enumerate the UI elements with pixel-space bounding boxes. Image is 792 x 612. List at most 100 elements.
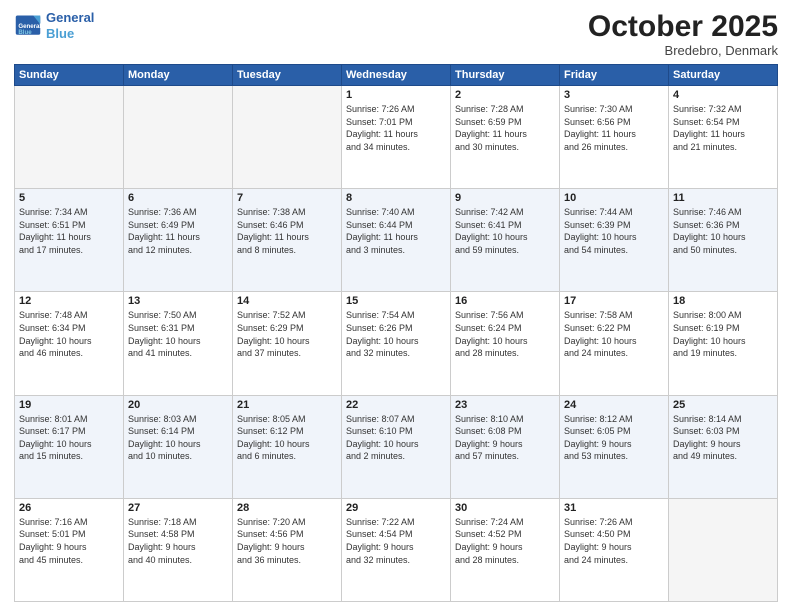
day-number: 31	[564, 502, 664, 514]
calendar-cell: 5Sunrise: 7:34 AM Sunset: 6:51 PM Daylig…	[15, 189, 124, 292]
calendar-cell: 14 Sunrise: 7:52 AM Sunset: 6:29 PM Dayli…	[233, 292, 342, 395]
calendar-header-saturday: Saturday	[669, 65, 778, 86]
calendar-week-row: 12 Sunrise: 7:48 AM Sunset: 6:34 PM Dayli…	[15, 292, 778, 395]
location-subtitle: Bredebro, Denmark	[588, 43, 778, 58]
header: General Blue General Blue October 2025 B…	[14, 10, 778, 58]
day-number: 27	[128, 502, 228, 514]
calendar-header-sunday: Sunday	[15, 65, 124, 86]
logo-icon: General Blue	[14, 12, 42, 40]
day-info: Sunrise: 7:24 AM Sunset: 4:52 PM Dayligh…	[455, 516, 555, 566]
day-info: Sunrise: 7:28 AM Sunset: 6:59 PM Dayligh…	[455, 103, 555, 153]
calendar-cell: 11 Sunrise: 7:46 AM Sunset: 6:36 PM Dayli…	[669, 189, 778, 292]
day-number: 29	[346, 502, 446, 514]
calendar-week-row: 5Sunrise: 7:34 AM Sunset: 6:51 PM Daylig…	[15, 189, 778, 292]
calendar-cell: 21 Sunrise: 8:05 AM Sunset: 6:12 PM Dayli…	[233, 395, 342, 498]
calendar-cell	[124, 86, 233, 189]
calendar-header-monday: Monday	[124, 65, 233, 86]
day-info: Sunrise: 7:26 AM Sunset: 7:01 PM Dayligh…	[346, 103, 446, 153]
day-info: Sunrise: 8:00 AM Sunset: 6:19 PM Dayligh…	[673, 309, 773, 359]
calendar-cell: 1 Sunrise: 7:26 AM Sunset: 7:01 PM Daylig…	[342, 86, 451, 189]
day-number: 13	[128, 295, 228, 307]
calendar-cell: 7Sunrise: 7:38 AM Sunset: 6:46 PM Daylig…	[233, 189, 342, 292]
day-number: 3	[564, 89, 664, 101]
day-info: Sunrise: 7:54 AM Sunset: 6:26 PM Dayligh…	[346, 309, 446, 359]
logo: General Blue General Blue	[14, 10, 94, 41]
day-number: 10	[564, 192, 664, 204]
calendar-header-friday: Friday	[560, 65, 669, 86]
day-info: Sunrise: 7:16 AM Sunset: 5:01 PM Dayligh…	[19, 516, 119, 566]
day-number: 18	[673, 295, 773, 307]
day-info: Sunrise: 7:44 AM Sunset: 6:39 PM Dayligh…	[564, 206, 664, 256]
day-info: Sunrise: 7:58 AM Sunset: 6:22 PM Dayligh…	[564, 309, 664, 359]
day-info: Sunrise: 7:50 AM Sunset: 6:31 PM Dayligh…	[128, 309, 228, 359]
logo-blue: Blue	[46, 26, 94, 42]
calendar-cell: 30 Sunrise: 7:24 AM Sunset: 4:52 PM Dayli…	[451, 498, 560, 601]
calendar-week-row: 19Sunrise: 8:01 AM Sunset: 6:17 PM Dayli…	[15, 395, 778, 498]
day-info: Sunrise: 7:48 AM Sunset: 6:34 PM Dayligh…	[19, 309, 119, 359]
day-info: Sunrise: 8:10 AM Sunset: 6:08 PM Dayligh…	[455, 413, 555, 463]
calendar-cell: 26 Sunrise: 7:16 AM Sunset: 5:01 PM Dayli…	[15, 498, 124, 601]
calendar-week-row: 1 Sunrise: 7:26 AM Sunset: 7:01 PM Daylig…	[15, 86, 778, 189]
day-info: Sunrise: 7:36 AM Sunset: 6:49 PM Dayligh…	[128, 206, 228, 256]
day-info: Sunrise: 8:07 AM Sunset: 6:10 PM Dayligh…	[346, 413, 446, 463]
calendar-cell: 25Sunrise: 8:14 AM Sunset: 6:03 PM Dayli…	[669, 395, 778, 498]
day-info: Sunrise: 8:14 AM Sunset: 6:03 PM Dayligh…	[673, 413, 773, 463]
day-info: Sunrise: 7:32 AM Sunset: 6:54 PM Dayligh…	[673, 103, 773, 153]
page: General Blue General Blue October 2025 B…	[0, 0, 792, 612]
day-number: 17	[564, 295, 664, 307]
day-number: 11	[673, 192, 773, 204]
calendar-cell: 23 Sunrise: 8:10 AM Sunset: 6:08 PM Dayli…	[451, 395, 560, 498]
day-number: 28	[237, 502, 337, 514]
calendar-table: SundayMondayTuesdayWednesdayThursdayFrid…	[14, 64, 778, 602]
day-info: Sunrise: 8:05 AM Sunset: 6:12 PM Dayligh…	[237, 413, 337, 463]
calendar-cell	[233, 86, 342, 189]
day-number: 7	[237, 192, 337, 204]
calendar-cell: 16 Sunrise: 7:56 AM Sunset: 6:24 PM Dayli…	[451, 292, 560, 395]
calendar-header-thursday: Thursday	[451, 65, 560, 86]
logo-general: General	[46, 10, 94, 26]
calendar-cell	[15, 86, 124, 189]
calendar-cell: 17 Sunrise: 7:58 AM Sunset: 6:22 PM Dayli…	[560, 292, 669, 395]
day-number: 20	[128, 399, 228, 411]
calendar-cell: 3 Sunrise: 7:30 AM Sunset: 6:56 PM Daylig…	[560, 86, 669, 189]
calendar-cell: 28 Sunrise: 7:20 AM Sunset: 4:56 PM Dayli…	[233, 498, 342, 601]
day-number: 15	[346, 295, 446, 307]
calendar-header-tuesday: Tuesday	[233, 65, 342, 86]
calendar-cell: 15 Sunrise: 7:54 AM Sunset: 6:26 PM Dayli…	[342, 292, 451, 395]
title-block: October 2025 Bredebro, Denmark	[588, 10, 778, 58]
calendar-cell: 4 Sunrise: 7:32 AM Sunset: 6:54 PM Daylig…	[669, 86, 778, 189]
day-info: Sunrise: 8:12 AM Sunset: 6:05 PM Dayligh…	[564, 413, 664, 463]
day-number: 1	[346, 89, 446, 101]
calendar-cell	[669, 498, 778, 601]
day-number: 14	[237, 295, 337, 307]
day-info: Sunrise: 7:20 AM Sunset: 4:56 PM Dayligh…	[237, 516, 337, 566]
day-info: Sunrise: 7:42 AM Sunset: 6:41 PM Dayligh…	[455, 206, 555, 256]
day-number: 4	[673, 89, 773, 101]
day-number: 12	[19, 295, 119, 307]
calendar-cell: 2Sunrise: 7:28 AM Sunset: 6:59 PM Daylig…	[451, 86, 560, 189]
day-info: Sunrise: 7:56 AM Sunset: 6:24 PM Dayligh…	[455, 309, 555, 359]
month-title: October 2025	[588, 10, 778, 43]
day-info: Sunrise: 8:03 AM Sunset: 6:14 PM Dayligh…	[128, 413, 228, 463]
calendar-cell: 6 Sunrise: 7:36 AM Sunset: 6:49 PM Daylig…	[124, 189, 233, 292]
day-info: Sunrise: 7:30 AM Sunset: 6:56 PM Dayligh…	[564, 103, 664, 153]
day-number: 16	[455, 295, 555, 307]
day-number: 6	[128, 192, 228, 204]
calendar-cell: 8Sunrise: 7:40 AM Sunset: 6:44 PM Daylig…	[342, 189, 451, 292]
calendar-cell: 29 Sunrise: 7:22 AM Sunset: 4:54 PM Dayli…	[342, 498, 451, 601]
day-number: 19	[19, 399, 119, 411]
calendar-week-row: 26 Sunrise: 7:16 AM Sunset: 5:01 PM Dayli…	[15, 498, 778, 601]
calendar-cell: 24Sunrise: 8:12 AM Sunset: 6:05 PM Dayli…	[560, 395, 669, 498]
day-info: Sunrise: 7:46 AM Sunset: 6:36 PM Dayligh…	[673, 206, 773, 256]
day-info: Sunrise: 7:22 AM Sunset: 4:54 PM Dayligh…	[346, 516, 446, 566]
day-number: 30	[455, 502, 555, 514]
calendar-header-wednesday: Wednesday	[342, 65, 451, 86]
day-info: Sunrise: 7:40 AM Sunset: 6:44 PM Dayligh…	[346, 206, 446, 256]
day-number: 21	[237, 399, 337, 411]
calendar-cell: 27Sunrise: 7:18 AM Sunset: 4:58 PM Dayli…	[124, 498, 233, 601]
day-number: 23	[455, 399, 555, 411]
day-info: Sunrise: 7:52 AM Sunset: 6:29 PM Dayligh…	[237, 309, 337, 359]
day-number: 26	[19, 502, 119, 514]
day-info: Sunrise: 7:34 AM Sunset: 6:51 PM Dayligh…	[19, 206, 119, 256]
day-number: 22	[346, 399, 446, 411]
